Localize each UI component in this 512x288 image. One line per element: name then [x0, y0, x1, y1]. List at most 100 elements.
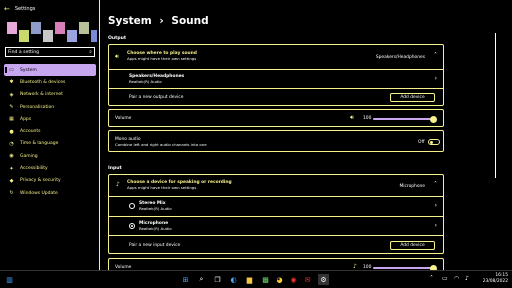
input-mic-icon[interactable]: ♪ [353, 263, 357, 270]
sidebar-item-privacy-security[interactable]: ◆ Privacy & security [4, 175, 96, 187]
pair-input-label: Pair a new input device [129, 243, 181, 248]
choose-input-subtitle: Apps might have their own settings [127, 185, 197, 190]
input-device-row[interactable]: Microphone Realtek(R) Audio › [109, 215, 443, 236]
output-volume-label: Volume [115, 116, 132, 121]
chevron-right-icon[interactable]: › [435, 75, 437, 82]
brush-icon: ✎ [9, 104, 14, 111]
add-input-device-button[interactable]: Add device [390, 241, 435, 250]
sidebar-item-time-language[interactable]: ◔ Time & language [4, 138, 96, 150]
chevron-up-icon[interactable]: ˄ [434, 181, 437, 188]
edge-icon[interactable]: ◐ [228, 274, 239, 285]
profile-color-block [55, 22, 65, 34]
sidebar-item-accessibility[interactable]: ✦ Accessibility [4, 162, 96, 174]
output-device-row[interactable]: Speakers/Headphones Realtek(R) Audio › [109, 69, 443, 88]
volume-tray-icon[interactable]: ♪ [465, 275, 469, 282]
clock-date: 23/08/2022 [482, 279, 508, 284]
speaker-icon: 🔊︎ [115, 53, 119, 60]
output-device-value: Speakers/Headphones [375, 55, 425, 60]
chevron-up-tray-icon[interactable]: ˄ [430, 275, 433, 282]
sidebar-item-personalisation[interactable]: ✎ Personalisation [4, 101, 96, 113]
scrollbar[interactable] [494, 33, 496, 178]
sidebar-item-label: Accessibility [20, 166, 48, 172]
breadcrumb-system[interactable]: System [108, 15, 152, 27]
input-device-radio[interactable] [129, 222, 135, 229]
sidebar-item-gaming[interactable]: ◉ Gaming [4, 150, 96, 162]
store-icon[interactable]: ▩ [260, 274, 271, 285]
monitor-icon: ▭ [9, 67, 14, 74]
bluetooth-icon: ✱ [9, 79, 14, 86]
sound-settings-page: System › Sound Output 🔊︎ Choose where to… [103, 0, 503, 270]
sidebar-item-label: Time & language [20, 141, 59, 147]
profile-color-block [91, 30, 97, 42]
sidebar-item-label: Gaming [20, 153, 38, 159]
choose-output-row[interactable]: 🔊︎ Choose where to play sound Apps might… [109, 45, 443, 69]
breadcrumb-separator: › [159, 15, 164, 27]
profile-avatar-blurred[interactable] [7, 22, 97, 46]
language-icon[interactable]: ▭ [442, 275, 448, 282]
profile-color-block [43, 30, 53, 42]
sidebar-item-label: Accounts [20, 129, 41, 135]
sidebar-item-label: System [20, 67, 37, 73]
mono-audio-card: Mono audio Combine left and right audio … [108, 130, 444, 152]
file-explorer-icon[interactable]: ▆ [244, 274, 255, 285]
input-volume-card: Volume ♪ 100 [108, 258, 444, 270]
input-volume-slider[interactable] [373, 267, 435, 269]
add-output-device-button[interactable]: Add device [390, 93, 435, 102]
start-icon[interactable]: ⊞ [180, 274, 191, 285]
sidebar-item-accounts[interactable]: ● Accounts [4, 125, 96, 137]
chrome-icon[interactable]: ◕ [274, 274, 285, 285]
volume-speaker-icon[interactable]: 🔊︎ [350, 114, 354, 122]
search-input[interactable]: Find a setting [8, 50, 89, 55]
profile-color-block [79, 22, 89, 34]
input-device-value: Microphone [399, 184, 425, 189]
taskbar: ▥ ⊞ ⌕ ❐ ◐ ▆ ▩ ◕ ◉ ✉ ⚙ ˄ ▭ ◠ ♪ 16:15 23/0… [0, 270, 512, 288]
sidebar-item-label: Apps [20, 116, 32, 122]
output-volume-thumb[interactable] [430, 115, 437, 123]
input-device-radio[interactable] [129, 203, 135, 209]
wifi-icon: ◈ [9, 91, 14, 98]
input-device-name: Microphone [139, 220, 169, 226]
sidebar-item-apps[interactable]: ▦ Apps [4, 113, 96, 125]
app-icon-red[interactable]: ◉ [288, 274, 299, 285]
page-title: Sound [171, 15, 209, 27]
breadcrumb: System › Sound [108, 15, 209, 27]
search-icon: ⌕ [89, 49, 92, 55]
back-arrow-icon[interactable]: ← [4, 5, 10, 13]
wifi-tray-icon[interactable]: ◠ [454, 275, 459, 282]
profile-color-block [19, 30, 29, 42]
input-card: ♪ Choose a device for speaking or record… [108, 174, 444, 254]
output-volume-value: 100 [363, 116, 372, 121]
sidebar-item-label: Privacy & security [20, 178, 61, 184]
sidebar-item-system[interactable]: ▭ System [4, 64, 96, 77]
input-device-row[interactable]: Stereo Mix Realtek(R) Audio › [109, 196, 443, 216]
gamepad-icon: ◉ [9, 153, 14, 160]
output-device-driver: Realtek(R) Audio [129, 79, 162, 84]
settings-taskbar-icon[interactable]: ⚙ [318, 274, 329, 285]
search-taskbar-icon[interactable]: ⌕ [196, 274, 207, 285]
widgets-icon[interactable]: ▥ [4, 274, 15, 285]
title-bar: ← Settings [4, 4, 35, 14]
sidebar-item-windows-update[interactable]: ↻ Windows Update [4, 187, 96, 199]
search-box[interactable]: Find a setting ⌕ [5, 47, 95, 57]
output-volume-card: Volume 🔊︎ 100 [108, 109, 444, 127]
apps-icon: ▦ [9, 116, 14, 123]
chevron-up-icon[interactable]: ˄ [434, 52, 437, 59]
input-section-title: Input [108, 166, 122, 171]
sidebar-item-bluetooth-devices[interactable]: ✱ Bluetooth & devices [4, 76, 96, 88]
globe-clock-icon: ◔ [9, 140, 14, 147]
clock[interactable]: 16:15 23/08/2022 [483, 273, 508, 285]
output-volume-slider[interactable] [373, 118, 435, 120]
chevron-right-icon[interactable]: › [435, 202, 437, 209]
app-icon-mail[interactable]: ✉ [302, 274, 313, 285]
choose-input-row[interactable]: ♪ Choose a device for speaking or record… [109, 175, 443, 196]
sidebar-item-network-internet[interactable]: ◈ Network & internet [4, 89, 96, 101]
sidebar-nav: ▭ System ✱ Bluetooth & devices ◈ Network & in… [4, 64, 96, 199]
person-icon: ● [9, 128, 14, 135]
mono-audio-subtitle: Combine left and right audio channels in… [115, 142, 207, 147]
mono-audio-toggle[interactable] [428, 139, 440, 145]
chevron-right-icon[interactable]: › [435, 222, 437, 229]
sidebar-item-label: Personalisation [20, 104, 55, 110]
task-view-icon[interactable]: ❐ [212, 274, 223, 285]
window-title: Settings [14, 6, 36, 12]
microphone-icon: ♪ [116, 181, 120, 188]
